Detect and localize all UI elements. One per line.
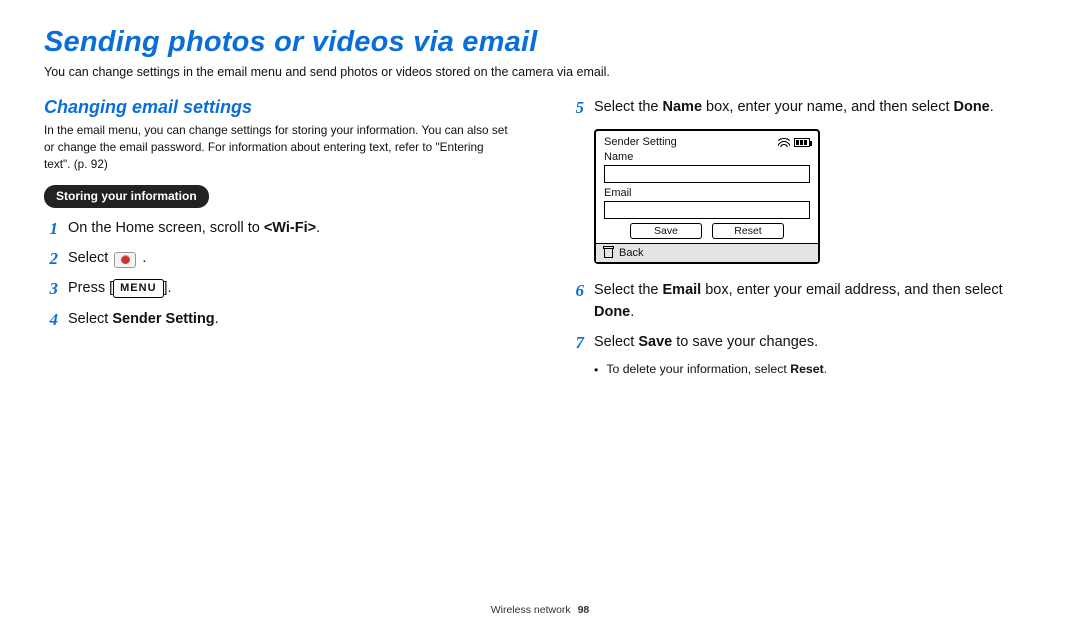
- step-6: 6 Select the Email box, enter your email…: [570, 280, 1036, 324]
- step-3: 3 Press [MENU].: [44, 278, 510, 300]
- note-text: .: [824, 362, 827, 376]
- save-button[interactable]: Save: [630, 223, 702, 239]
- footer-section: Wireless network: [491, 604, 571, 616]
- note-bold: Reset: [790, 362, 824, 376]
- email-input[interactable]: [604, 201, 810, 219]
- page-intro: You can change settings in the email men…: [44, 65, 1036, 79]
- step-number: 7: [570, 332, 584, 354]
- step-text: Press [: [68, 280, 113, 296]
- step-text: .: [142, 250, 146, 266]
- step-bold: Done: [954, 99, 990, 115]
- step-7: 7 Select Save to save your changes.: [570, 332, 1036, 354]
- note-text: To delete your information, select: [606, 362, 790, 376]
- section-heading: Changing email settings: [44, 97, 510, 118]
- step-number: 1: [44, 218, 58, 240]
- back-label: Back: [619, 247, 643, 259]
- step-text: Select: [594, 334, 638, 350]
- pill-storing-info: Storing your information: [44, 185, 209, 208]
- email-field-label: Email: [604, 187, 810, 199]
- step-text: .: [215, 311, 219, 327]
- step-bold: Email: [663, 282, 702, 298]
- step-text: ].: [164, 280, 172, 296]
- step-text: to save your changes.: [672, 334, 818, 350]
- step-1: 1 On the Home screen, scroll to <Wi-Fi>.: [44, 218, 510, 240]
- step-number: 4: [44, 309, 58, 331]
- note: • To delete your information, select Res…: [570, 362, 1036, 379]
- step-text: Select the: [594, 99, 663, 115]
- bullet-icon: •: [594, 362, 598, 379]
- step-2: 2 Select .: [44, 248, 510, 270]
- trash-icon: [604, 248, 613, 258]
- step-number: 5: [570, 97, 584, 119]
- step-text: On the Home screen, scroll to: [68, 220, 264, 236]
- steps-left: 1 On the Home screen, scroll to <Wi-Fi>.…: [44, 218, 510, 330]
- battery-icon: [794, 138, 810, 147]
- step-number: 6: [570, 280, 584, 302]
- email-app-icon: [114, 252, 136, 268]
- section-intro: In the email menu, you can change settin…: [44, 122, 510, 173]
- wifi-icon: [778, 137, 790, 147]
- step-bold: Done: [594, 304, 630, 320]
- step-number: 2: [44, 248, 58, 270]
- page-title: Sending photos or videos via email: [44, 26, 1036, 59]
- step-bold: Sender Setting: [112, 311, 214, 327]
- step-text: Select the: [594, 282, 663, 298]
- page-number: 98: [578, 604, 590, 616]
- step-text: box, enter your email address, and then …: [701, 282, 1002, 298]
- menu-button-icon: MENU: [113, 279, 163, 298]
- step-text: Select: [68, 311, 112, 327]
- page-footer: Wireless network 98: [0, 604, 1080, 616]
- step-text: .: [316, 220, 320, 236]
- step-text: box, enter your name, and then select: [702, 99, 953, 115]
- step-bold: Save: [638, 334, 672, 350]
- left-column: Changing email settings In the email men…: [44, 97, 510, 379]
- step-text: .: [990, 99, 994, 115]
- step-bold: <Wi-Fi>: [264, 220, 316, 236]
- step-text: .: [630, 304, 634, 320]
- right-column: 5 Select the Name box, enter your name, …: [570, 97, 1036, 379]
- step-5: 5 Select the Name box, enter your name, …: [570, 97, 1036, 119]
- name-field-label: Name: [604, 151, 810, 163]
- step-number: 3: [44, 278, 58, 300]
- step-bold: Name: [663, 99, 703, 115]
- reset-button[interactable]: Reset: [712, 223, 784, 239]
- back-button[interactable]: Back: [596, 243, 818, 262]
- step-text: Select: [68, 250, 112, 266]
- device-screen-title: Sender Setting: [604, 136, 677, 148]
- device-screenshot: Sender Setting Name Email Save Reset: [594, 129, 820, 264]
- name-input[interactable]: [604, 165, 810, 183]
- step-4: 4 Select Sender Setting.: [44, 309, 510, 331]
